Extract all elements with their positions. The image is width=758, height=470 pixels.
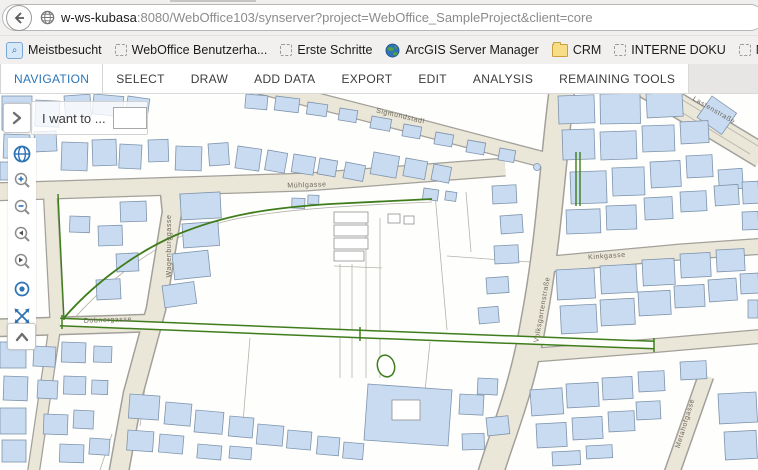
bookmark-arcgis-server-manager[interactable]: ArcGIS Server Manager bbox=[385, 43, 538, 58]
bookmark-label: ArcGIS Server Manager bbox=[405, 43, 538, 57]
globe-icon bbox=[12, 144, 32, 164]
tab-export[interactable]: EXPORT bbox=[328, 64, 405, 93]
placeholder-icon bbox=[280, 44, 292, 56]
map-toolbar bbox=[8, 138, 36, 332]
toolbar-collapse-button[interactable] bbox=[7, 323, 36, 350]
folder-icon bbox=[552, 44, 568, 57]
zoom-in-button[interactable] bbox=[10, 169, 34, 193]
bookmark-label: INTERNE DOKU bbox=[631, 43, 725, 57]
bookmark-label: CRM bbox=[573, 43, 601, 57]
tab-remaining-tools[interactable]: REMAINING TOOLS bbox=[546, 64, 688, 93]
placeholder-icon bbox=[115, 44, 127, 56]
zoom-out-icon bbox=[12, 198, 32, 218]
address-bar[interactable]: w-ws-kubasa:8080/WebOffice103/synserver?… bbox=[2, 4, 758, 31]
bookmark-label: Erste Schritte bbox=[297, 43, 372, 57]
bookmark-crm[interactable]: CRM bbox=[552, 43, 601, 57]
sidebar-expand-button[interactable] bbox=[3, 103, 31, 133]
browser-chrome: w-ws-kubasa:8080/WebOffice103/synserver?… bbox=[0, 0, 758, 36]
bookmark-label: WebOffice Benutzerha... bbox=[132, 43, 268, 57]
zoom-out-button[interactable] bbox=[10, 196, 34, 220]
url-host: w-ws-kubasa bbox=[61, 10, 137, 25]
tab-draw[interactable]: DRAW bbox=[178, 64, 241, 93]
placeholder-icon bbox=[739, 44, 751, 56]
chevron-right-icon bbox=[11, 111, 23, 125]
zoom-previous-icon bbox=[12, 225, 32, 245]
placeholder-icon bbox=[614, 44, 626, 56]
chevron-up-icon bbox=[15, 332, 29, 342]
tab-analysis[interactable]: ANALYSIS bbox=[460, 64, 546, 93]
map-canvas[interactable]: SigmundstadlMühlgasseKinkgasseDobnergass… bbox=[0, 94, 758, 470]
i-want-to-label: I want to ... bbox=[42, 111, 106, 126]
tab-edit[interactable]: EDIT bbox=[405, 64, 460, 93]
tab-select[interactable]: SELECT bbox=[103, 64, 177, 93]
zoom-next-icon bbox=[12, 252, 32, 272]
bookmarks-bar: ⌕ Meistbesucht WebOffice Benutzerha... E… bbox=[0, 36, 758, 64]
url-path: :8080/WebOffice103/synserver?project=Web… bbox=[137, 10, 593, 25]
i-want-to-input[interactable] bbox=[113, 107, 147, 129]
tab-navigation[interactable]: NAVIGATION bbox=[0, 64, 103, 93]
i-want-to-panel: I want to ... bbox=[31, 101, 148, 135]
tool-menu-bar: NAVIGATION SELECT DRAW ADD DATA EXPORT E… bbox=[0, 64, 758, 94]
bookmark-label: Meistbesucht bbox=[28, 43, 102, 57]
street-label: Mühlgasse bbox=[287, 181, 326, 189]
tab-edge bbox=[170, 0, 256, 2]
street-label: Wagenburggasse bbox=[166, 214, 173, 277]
arcgis-globe-icon bbox=[385, 43, 400, 58]
bookmark-weboffice-benutzerhandbuch[interactable]: WebOffice Benutzerha... bbox=[115, 43, 268, 57]
zoom-in-icon bbox=[12, 171, 32, 191]
url-text[interactable]: w-ws-kubasa:8080/WebOffice103/synserver?… bbox=[61, 10, 593, 25]
back-arrow-icon bbox=[12, 11, 26, 25]
browser-window: w-ws-kubasa:8080/WebOffice103/synserver?… bbox=[0, 0, 758, 470]
most-visited-icon: ⌕ bbox=[6, 42, 23, 59]
back-button[interactable] bbox=[6, 5, 32, 31]
bookmark-erste-schritte[interactable]: Erste Schritte bbox=[280, 43, 372, 57]
bookmark-mantis[interactable]: Mantis bbox=[739, 43, 758, 57]
tab-add-data[interactable]: ADD DATA bbox=[241, 64, 328, 93]
locate-button[interactable] bbox=[10, 277, 34, 301]
locate-icon bbox=[12, 279, 32, 299]
zoom-previous-button[interactable] bbox=[10, 223, 34, 247]
map-viewport[interactable]: SigmundstadlMühlgasseKinkgasseDobnergass… bbox=[0, 94, 758, 470]
page-globe-icon bbox=[40, 10, 55, 25]
full-extent-globe-button[interactable] bbox=[10, 142, 34, 166]
zoom-next-button[interactable] bbox=[10, 250, 34, 274]
bookmark-interne-doku[interactable]: INTERNE DOKU bbox=[614, 43, 725, 57]
bookmark-meistbesucht[interactable]: ⌕ Meistbesucht bbox=[6, 42, 102, 59]
menu-filler bbox=[688, 64, 758, 93]
